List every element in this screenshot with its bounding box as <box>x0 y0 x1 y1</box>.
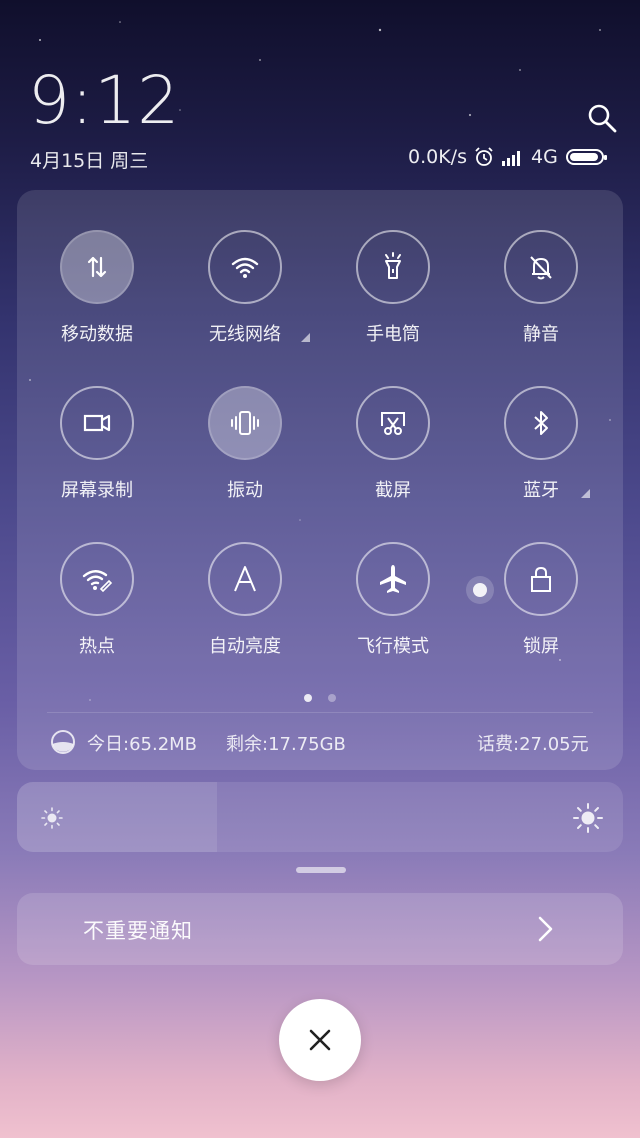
toggle-label: 热点 <box>79 636 115 657</box>
clock-time[interactable]: 9:12 <box>28 62 180 139</box>
page-dot <box>328 694 336 702</box>
data-used-today[interactable]: 今日:65.2MB <box>87 730 197 756</box>
toggle-label: 屏幕录制 <box>61 480 133 501</box>
notification-label: 不重要通知 <box>83 919 193 943</box>
toggle-screenshot[interactable]: 截屏 <box>319 386 469 516</box>
hotspot-icon[interactable] <box>60 542 134 616</box>
brightness-slider[interactable] <box>17 782 623 852</box>
toggle-label: 锁屏 <box>523 636 559 657</box>
page-indicator <box>17 694 623 702</box>
toggle-label: 手电筒 <box>366 324 420 345</box>
battery-icon <box>565 149 607 165</box>
toggle-label: 无线网络 <box>209 324 281 345</box>
toggle-label: 飞行模式 <box>357 636 429 657</box>
vibrate-icon[interactable] <box>208 386 282 460</box>
brightness-low-icon <box>41 807 63 829</box>
wifi-icon[interactable] <box>208 230 282 304</box>
data-remaining[interactable]: 剩余:17.75GB <box>226 730 346 756</box>
chevron-right-icon <box>538 916 553 942</box>
flashlight-icon[interactable] <box>356 230 430 304</box>
phone-balance[interactable]: 话费:27.05元 <box>477 730 589 756</box>
network-type: 4G <box>530 146 558 168</box>
toggle-hotspot[interactable]: 热点 <box>23 542 173 672</box>
expand-corner-icon <box>581 489 590 498</box>
toggle-airplane-mode[interactable]: 飞行模式 <box>319 542 469 672</box>
toggle-vibrate[interactable]: 振动 <box>171 386 321 516</box>
toggle-label: 蓝牙 <box>523 480 559 501</box>
quick-settings-panel: 移动数据 无线网络 手电筒 静音 屏幕录制 振动 截屏 蓝牙 热点 自动亮度 飞… <box>17 190 623 770</box>
auto-brightness-icon[interactable] <box>208 542 282 616</box>
brightness-high-icon <box>573 803 603 833</box>
toggle-wifi[interactable]: 无线网络 <box>171 230 321 360</box>
toggle-label: 振动 <box>227 480 263 501</box>
net-speed: 0.0K/s <box>408 146 467 168</box>
toggle-mobile-data[interactable]: 移动数据 <box>23 230 173 360</box>
mobile-data-icon[interactable] <box>60 230 134 304</box>
divider <box>47 712 593 713</box>
close-icon <box>309 1029 331 1051</box>
toggle-auto-brightness[interactable]: 自动亮度 <box>171 542 321 672</box>
toggle-lock-screen[interactable]: 锁屏 <box>467 542 617 672</box>
status-bar: 0.0K/s 4G <box>408 146 607 168</box>
screen-record-icon[interactable] <box>60 386 134 460</box>
toggle-label: 移动数据 <box>61 324 133 345</box>
toggle-flashlight[interactable]: 手电筒 <box>319 230 469 360</box>
close-button[interactable] <box>279 999 361 1081</box>
unimportant-notifications-row[interactable]: 不重要通知 <box>17 893 623 965</box>
toggle-screen-record[interactable]: 屏幕录制 <box>23 386 173 516</box>
toggle-label: 截屏 <box>375 480 411 501</box>
toggle-label: 静音 <box>523 324 559 345</box>
bluetooth-icon[interactable] <box>504 386 578 460</box>
toggle-label: 自动亮度 <box>209 636 281 657</box>
search-icon[interactable] <box>586 102 618 134</box>
lock-icon[interactable] <box>504 542 578 616</box>
alarm-icon <box>475 147 493 166</box>
silent-icon[interactable] <box>504 230 578 304</box>
airplane-icon[interactable] <box>356 542 430 616</box>
toggle-silent[interactable]: 静音 <box>467 230 617 360</box>
signal-icon <box>501 151 520 166</box>
expand-corner-icon <box>301 333 310 342</box>
drag-handle[interactable] <box>296 867 346 873</box>
data-usage-icon <box>51 730 75 754</box>
clock-date[interactable]: 4月15日 周三 <box>30 146 148 173</box>
toggle-bluetooth[interactable]: 蓝牙 <box>467 386 617 516</box>
page-dot-active <box>304 694 312 702</box>
screenshot-icon[interactable] <box>356 386 430 460</box>
